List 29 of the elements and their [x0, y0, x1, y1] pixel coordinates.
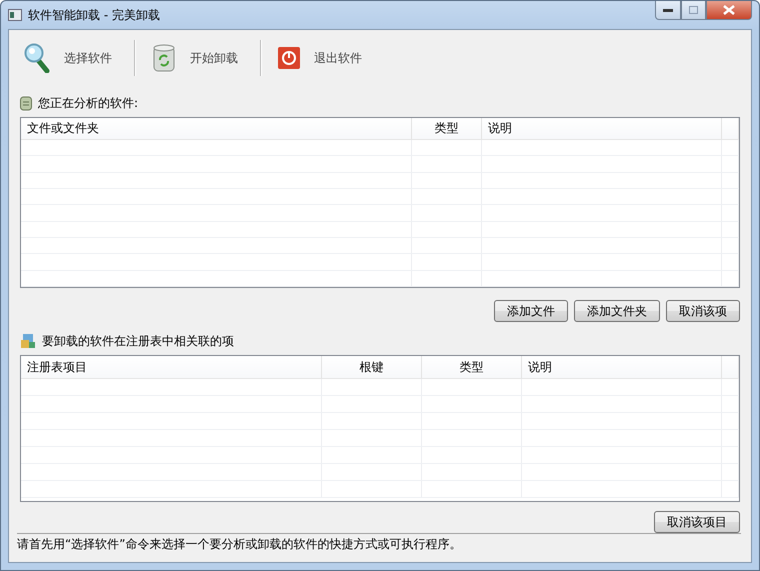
action-button[interactable]: 添加文件夹	[574, 300, 660, 322]
column-header[interactable]: 类型	[422, 356, 522, 378]
column-header[interactable]: 说明	[482, 118, 722, 140]
registry-icon	[20, 333, 36, 349]
recycle-bin-icon	[152, 44, 176, 72]
column-header[interactable]: 说明	[522, 356, 722, 378]
database-icon	[20, 96, 32, 110]
column-header[interactable]: 类型	[412, 118, 482, 140]
status-text: 请首先用“选择软件”命令来选择一个要分析或卸载的软件的快捷方式或可执行程序。	[17, 536, 462, 552]
minimize-icon	[663, 8, 673, 12]
action-button[interactable]: 取消该项目	[654, 511, 740, 533]
close-icon	[723, 5, 735, 15]
action-button[interactable]: 添加文件	[494, 300, 568, 322]
power-icon	[278, 47, 300, 69]
column-header[interactable]: 注册表项目	[21, 356, 322, 378]
section-label: 要卸载的软件在注册表中相关联的项	[42, 332, 234, 350]
column-header[interactable]: 根键	[322, 356, 422, 378]
magnifier-icon	[24, 43, 50, 73]
toolbar-button[interactable]: 开始卸载	[152, 38, 260, 78]
app-icon	[8, 9, 22, 21]
column-header[interactable]: 文件或文件夹	[21, 118, 412, 140]
close-button[interactable]	[706, 1, 752, 20]
action-button[interactable]: 取消该项	[666, 300, 740, 322]
toolbar-button[interactable]: 退出软件	[278, 38, 384, 78]
toolbar-button[interactable]: 选择软件	[24, 38, 134, 78]
window-title: 软件智能卸载 - 完美卸载	[28, 6, 160, 24]
section-label: 您正在分析的软件:	[38, 94, 138, 112]
maximize-icon	[689, 6, 698, 14]
minimize-button[interactable]	[655, 1, 681, 20]
